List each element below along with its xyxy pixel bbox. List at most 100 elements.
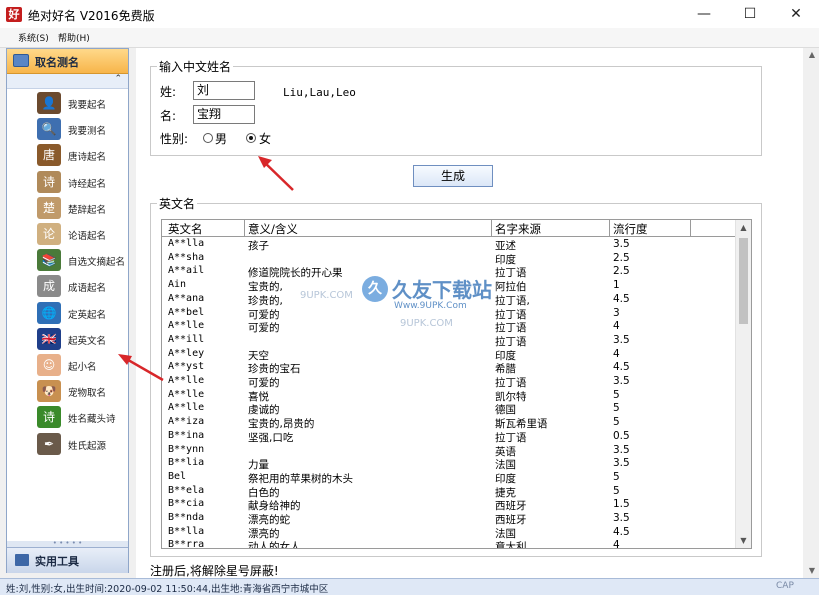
sidebar-item[interactable]: 🌐 定英起名	[7, 300, 128, 326]
cell-name: A**lle	[168, 388, 205, 400]
sidebar-item-label: 成语起名	[68, 283, 107, 295]
surname-input[interactable]: 刘	[193, 81, 255, 100]
male-label[interactable]: 男	[215, 130, 227, 147]
sidebar-item-label: 我要测名	[68, 126, 107, 138]
sidebar-item[interactable]: 论论语起名	[7, 221, 128, 247]
male-radio[interactable]	[203, 133, 213, 143]
cell-popularity: 4	[613, 539, 620, 549]
site-watermark: 久 久友下载站 Www.9UPK.Com	[362, 272, 522, 314]
cell-popularity: 3	[613, 306, 620, 319]
watermark-url: Www.9UPK.Com	[394, 301, 467, 311]
table-row[interactable]: B**cia 献身给神的 西班牙 1.5	[162, 498, 737, 512]
table-row[interactable]: B**ynn 英语 3.5	[162, 444, 737, 458]
cell-name: A**bel	[168, 306, 205, 318]
tang-seal-icon: 唐	[37, 144, 61, 167]
table-row[interactable]: A**sha 印度 2.5	[162, 252, 737, 266]
sidebar-item[interactable]: 诗姓名藏头诗	[7, 404, 128, 430]
sidebar-item[interactable]: 诗诗经起名	[7, 169, 128, 195]
table-row[interactable]: Bel 祭祀用的苹果树的木头 印度 5	[162, 471, 737, 485]
table-row[interactable]: A**lle 可爱的 拉丁语 3.5	[162, 375, 737, 389]
female-radio[interactable]	[246, 133, 256, 143]
table-row[interactable]: B**ina 坚强,口吃 拉丁语 0.5	[162, 430, 737, 444]
cell-popularity: 3.5	[613, 443, 630, 456]
table-row[interactable]: A**yst 珍贵的宝石 希腊 4.5	[162, 361, 737, 375]
table-row[interactable]: A**ley 天空 印度 4	[162, 348, 737, 362]
cell-name: A**lle	[168, 402, 205, 414]
col-header-meaning[interactable]: 意义/含义	[248, 221, 298, 237]
sidebar-item[interactable]: 🔍 我要测名	[7, 116, 128, 142]
table-row[interactable]: A**lle 喜悦 凯尔特 5	[162, 389, 737, 403]
table-row[interactable]: B**rra 动人的女人 意大利 4	[162, 539, 737, 549]
given-name-input[interactable]: 宝翔	[193, 105, 255, 124]
table-row[interactable]: A**lla 孩子 亚述 3.5	[162, 238, 737, 252]
cell-meaning: 动人的女人	[248, 541, 301, 549]
cell-popularity: 4	[613, 347, 620, 360]
cell-name: B**ynn	[168, 443, 205, 455]
cell-name: B**ela	[168, 484, 205, 496]
english-name-group: 英文名 英文名 意义/含义 名字来源 流行度 A**lla 孩子 亚述 3.5 A**s…	[150, 195, 762, 557]
generate-button[interactable]: 生成	[413, 165, 493, 187]
table-row[interactable]: A**ill 拉丁语 3.5	[162, 334, 737, 348]
table-scrollbar[interactable]: ▲ ▼	[735, 220, 751, 548]
table-row[interactable]: B**lia 力量 法国 3.5	[162, 457, 737, 471]
sidebar-item[interactable]: 成成语起名	[7, 273, 128, 299]
window-scrollbar[interactable]: ▲ ▼	[805, 48, 819, 578]
table-row[interactable]: B**nda 漂亮的蛇 西班牙 3.5	[162, 512, 737, 526]
scroll-thumb[interactable]	[739, 238, 748, 324]
cell-popularity: 3.5	[613, 512, 630, 524]
sidebar-item[interactable]: 🇬🇧 起英文名	[7, 326, 128, 352]
menu-help[interactable]: 帮助(H)	[58, 31, 90, 44]
sidebar-item[interactable]: 楚楚辞起名	[7, 195, 128, 221]
sidebar-item-label: 自选文摘起名	[68, 257, 126, 269]
nav-header-naming[interactable]: 取名测名	[7, 49, 128, 74]
cell-popularity: 1.5	[613, 498, 630, 511]
sidebar-item-label: 我要起名	[68, 100, 107, 111]
cell-popularity: 1	[613, 279, 620, 292]
col-header-popularity[interactable]: 流行度	[613, 221, 648, 237]
scroll-up-icon[interactable]: ▲	[736, 220, 751, 235]
collapse-bar[interactable]: ⌃	[7, 74, 128, 89]
cell-name: B**ina	[168, 429, 205, 441]
table-row[interactable]: B**lla 漂亮的 法国 4.5	[162, 526, 737, 540]
dog-icon: 🐶	[37, 380, 61, 403]
cell-name: B**lia	[168, 457, 205, 469]
group-title-results: 英文名	[157, 195, 198, 212]
status-text: 姓:刘,性别:女,出生时间:2020-09-02 11:50:44,出生地:青海…	[6, 584, 329, 595]
window-scroll-up-icon[interactable]: ▲	[805, 48, 819, 62]
name-input-group: 输入中文姓名 姓: 刘 Liu,Lau,Leo 名: 宝翔 性别: 男 女	[150, 58, 762, 156]
female-label[interactable]: 女	[259, 130, 271, 147]
maximize-button[interactable]: ☐	[727, 0, 773, 28]
minimize-button[interactable]: —	[681, 0, 727, 28]
sidebar-item[interactable]: 唐唐诗起名	[7, 142, 128, 168]
menu-system[interactable]: 系统(S)	[18, 31, 49, 44]
title-bar: 好 绝对好名 V2016免费版 — ☐ ✕	[0, 0, 819, 28]
cell-name: A**ley	[168, 347, 205, 359]
quill-icon: ✒	[37, 432, 61, 455]
chevron-up-icon[interactable]: ⌃	[114, 74, 122, 84]
cell-popularity: 5	[613, 484, 620, 497]
cell-name: A**iza	[168, 416, 205, 428]
scroll-down-icon[interactable]: ▼	[736, 533, 751, 548]
sidebar-item[interactable]: 👤 我要起名	[7, 90, 128, 116]
sidebar-item-label: 定英起名	[68, 309, 107, 321]
col-header-origin[interactable]: 名字来源	[495, 221, 541, 237]
table-row[interactable]: A**iza 宝贵的,昂贵的 斯瓦希里语 5	[162, 416, 737, 430]
sidebar-item[interactable]: 🐶 宠物取名	[7, 378, 128, 404]
col-header-name[interactable]: 英文名	[168, 221, 203, 237]
sidebar-item[interactable]: ☺ 起小名	[7, 352, 128, 378]
cell-name: A**sha	[168, 251, 205, 263]
sidebar-item[interactable]: 📚 自选文摘起名	[7, 247, 128, 273]
uk-flag-icon: 🇬🇧	[37, 327, 61, 350]
table-row[interactable]: A**lle 虔诚的 德国 5	[162, 402, 737, 416]
cell-name: A**lle	[168, 375, 205, 386]
watermark-faint-1: 9UPK.COM	[300, 290, 353, 301]
window-scroll-down-icon[interactable]: ▼	[805, 564, 819, 578]
cell-popularity: 3.5	[613, 375, 630, 387]
nav-header-tools[interactable]: 实用工具	[7, 547, 128, 573]
cell-popularity: 3.5	[613, 238, 630, 250]
sidebar-item[interactable]: ✒ 姓氏起源	[7, 431, 128, 457]
sidebar-item-label: 楚辞起名	[68, 204, 107, 216]
sidebar-item-label: 起英文名	[68, 335, 107, 347]
close-button[interactable]: ✕	[773, 0, 819, 28]
table-row[interactable]: B**ela 白色的 捷克 5	[162, 485, 737, 499]
